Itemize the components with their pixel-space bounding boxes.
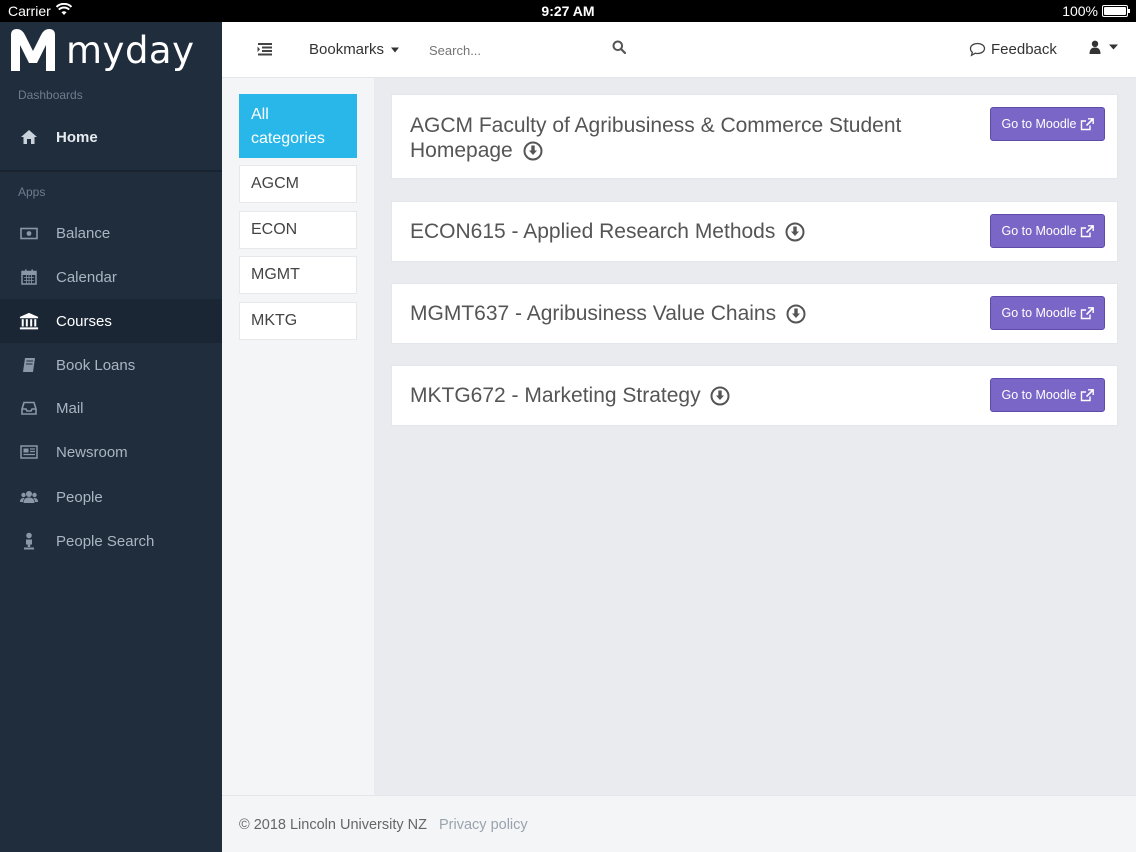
footer: © 2018 Lincoln University NZ Privacy pol… (222, 795, 1136, 852)
download-circle-icon[interactable] (710, 386, 730, 406)
go-to-moodle-button[interactable]: Go to Moodle (990, 378, 1105, 412)
money-icon (19, 223, 39, 243)
category-econ[interactable]: ECON (239, 211, 357, 249)
dashboards-section-label: Dashboards (18, 88, 83, 102)
sidebar-item-home[interactable]: Home (0, 115, 222, 159)
users-icon (19, 487, 39, 507)
sidebar-item-courses[interactable]: Courses (0, 299, 222, 343)
course-title-text: AGCM Faculty of Agribusiness & Commerce … (410, 114, 902, 162)
category-agcm[interactable]: AGCM (239, 165, 357, 203)
course-title[interactable]: MGMT637 - Agribusiness Value Chains (410, 301, 970, 326)
apps-section-label: Apps (18, 185, 46, 199)
sidebar-item-label: Calendar (56, 268, 117, 286)
go-to-moodle-button[interactable]: Go to Moodle (990, 296, 1105, 330)
institution-icon (19, 311, 39, 331)
course-title[interactable]: MKTG672 - Marketing Strategy (410, 383, 970, 408)
sidebar-item-label: Newsroom (56, 443, 128, 461)
sidebar-item-people-search[interactable]: People Search (0, 519, 222, 563)
button-label: Go to Moodle (1001, 388, 1077, 402)
button-label: Go to Moodle (1001, 117, 1077, 131)
sidebar: myday Dashboards Home Apps Balance Calen… (0, 22, 222, 852)
download-circle-icon[interactable] (785, 222, 805, 242)
caret-down-icon (391, 47, 400, 53)
clock: 9:27 AM (541, 3, 595, 19)
course-list: AGCM Faculty of Agribusiness & Commerce … (374, 78, 1136, 795)
sidebar-item-balance[interactable]: Balance (0, 211, 222, 255)
sidebar-item-label: Home (56, 128, 98, 146)
course-card: MGMT637 - Agribusiness Value Chains Go t… (391, 283, 1118, 344)
sidebar-item-newsroom[interactable]: Newsroom (0, 430, 222, 474)
course-title-text: ECON615 - Applied Research Methods (410, 220, 776, 243)
comment-icon (969, 42, 986, 57)
course-title[interactable]: AGCM Faculty of Agribusiness & Commerce … (410, 113, 970, 163)
course-title-text: MGMT637 - Agribusiness Value Chains (410, 302, 777, 325)
external-link-icon (1080, 224, 1094, 237)
download-circle-icon[interactable] (786, 304, 806, 324)
sidebar-item-mail[interactable]: Mail (0, 386, 222, 430)
category-mktg[interactable]: MKTG (239, 302, 357, 340)
course-title[interactable]: ECON615 - Applied Research Methods (410, 219, 970, 244)
bookmarks-label: Bookmarks (309, 41, 385, 58)
sidebar-item-book-loans[interactable]: Book Loans (0, 343, 222, 387)
myday-logo-icon (11, 29, 55, 71)
feedback-link[interactable]: Feedback (969, 41, 1057, 58)
sidebar-divider (0, 170, 222, 172)
go-to-moodle-button[interactable]: Go to Moodle (990, 214, 1105, 248)
logo-text: myday (66, 28, 195, 72)
book-icon (19, 355, 39, 375)
sidebar-item-label: Courses (56, 312, 112, 330)
privacy-policy-link[interactable]: Privacy policy (439, 817, 528, 833)
download-circle-icon[interactable] (523, 141, 543, 161)
person-search-icon (19, 531, 39, 551)
top-navbar: Bookmarks Feedback (222, 22, 1136, 78)
battery-percent: 100% (1062, 3, 1098, 19)
sidebar-item-label: People Search (56, 532, 155, 550)
course-card: AGCM Faculty of Agribusiness & Commerce … (391, 94, 1118, 179)
external-link-icon (1080, 388, 1094, 401)
newspaper-icon (19, 442, 39, 462)
user-icon (1089, 40, 1101, 54)
menu-toggle-icon[interactable] (256, 40, 274, 58)
home-icon (19, 127, 39, 147)
user-menu[interactable] (1089, 40, 1119, 54)
sidebar-item-label: Balance (56, 224, 111, 242)
sidebar-item-people[interactable]: People (0, 475, 222, 519)
sidebar-item-label: Book Loans (56, 356, 136, 374)
search-icon[interactable] (612, 40, 634, 62)
category-all[interactable]: All categories (239, 94, 357, 158)
calendar-icon (19, 267, 39, 287)
sidebar-item-label: Mail (56, 399, 84, 417)
sidebar-item-calendar[interactable]: Calendar (0, 255, 222, 299)
copyright-text: © 2018 Lincoln University NZ (239, 817, 427, 833)
external-link-icon (1080, 117, 1094, 130)
course-card: MKTG672 - Marketing Strategy Go to Moodl… (391, 365, 1118, 426)
button-label: Go to Moodle (1001, 224, 1077, 238)
battery-icon (1102, 5, 1130, 17)
status-bar: Carrier 9:27 AM 100% (0, 0, 1136, 22)
button-label: Go to Moodle (1001, 306, 1077, 320)
go-to-moodle-button[interactable]: Go to Moodle (990, 107, 1105, 141)
course-title-text: MKTG672 - Marketing Strategy (410, 384, 701, 407)
course-card: ECON615 - Applied Research Methods Go to… (391, 201, 1118, 262)
feedback-label: Feedback (991, 41, 1057, 58)
category-mgmt[interactable]: MGMT (239, 256, 357, 294)
caret-down-icon (1109, 44, 1118, 50)
sidebar-item-label: People (56, 488, 103, 506)
myday-logo[interactable]: myday (8, 26, 195, 74)
category-filter: All categories AGCM ECON MGMT MKTG (222, 78, 374, 795)
external-link-icon (1080, 306, 1094, 319)
bookmarks-dropdown[interactable]: Bookmarks (309, 41, 400, 58)
inbox-icon (19, 398, 39, 418)
